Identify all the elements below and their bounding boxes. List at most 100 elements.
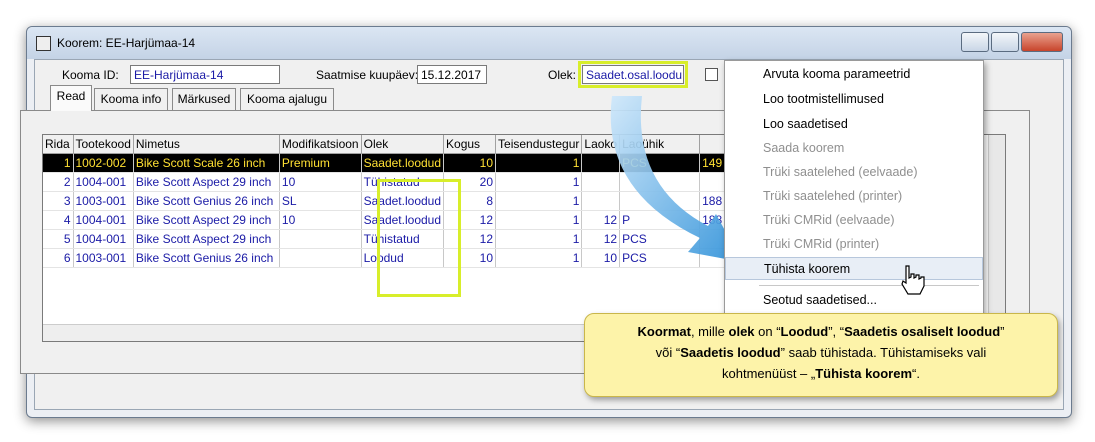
cell-laoko: 12	[581, 229, 621, 249]
cell-rida: 6	[43, 248, 74, 268]
col-header[interactable]: Tootekood	[73, 135, 134, 154]
cell-nimetus: Bike Scott Aspect 29 inch	[133, 210, 280, 230]
cell-teisendus: 1	[495, 153, 583, 173]
col-header[interactable]: Rida	[43, 135, 74, 154]
menu-item-loo-saadetised[interactable]: Loo saadetised	[725, 113, 983, 136]
date-field[interactable]: 15.12.2017	[417, 65, 487, 84]
cell-modifikatsioon: 10	[279, 210, 362, 230]
callout-text: Tühista koorem	[815, 366, 913, 381]
menu-item-truki-saatelehed-printer: Trüki saatelehed (printer)	[763, 189, 903, 203]
col-header[interactable]: Modifikatsioon	[279, 135, 362, 154]
tab-kooma-info[interactable]: Kooma info	[94, 88, 168, 110]
cell-modifikatsioon: SL	[279, 191, 362, 211]
cell-laouhik	[619, 191, 701, 211]
kooma-id-label: Kooma ID:	[62, 68, 119, 82]
cell-olek: Saadet.loodud	[361, 153, 445, 173]
callout-text: kohtmenüüst – „	[722, 366, 816, 381]
col-header[interactable]: Olek	[361, 135, 445, 154]
callout-text: ”, “	[828, 324, 845, 339]
cell-rida: 4	[43, 210, 74, 230]
cell-laouhik: PCS	[619, 229, 701, 249]
col-header[interactable]: Kogus	[443, 135, 497, 154]
olek-column-highlight	[377, 179, 461, 297]
cell-nimetus: Bike Scott Aspect 29 inch	[133, 172, 280, 192]
cell-rida: 5	[43, 229, 74, 249]
menu-item-seotud-saadetised[interactable]: Seotud saadetised...	[725, 289, 983, 312]
cell-rida: 1	[43, 153, 74, 173]
cell-tootekood: 1002-002	[73, 153, 134, 173]
tab-markused[interactable]: Märkused	[172, 88, 236, 110]
cell-teisendus: 1	[495, 172, 583, 192]
status-field[interactable]: Saadet.osal.loodu	[578, 61, 688, 88]
cell-nimetus: Bike Scott Genius 26 inch	[133, 248, 280, 268]
cell-rida: 2	[43, 172, 74, 192]
cell-tootekood: 1003-001	[73, 248, 134, 268]
cell-tootekood: 1003-001	[73, 191, 134, 211]
cell-modifikatsioon	[279, 248, 362, 268]
callout-text: Saadetis loodud	[680, 345, 781, 360]
vertical-scrollbar[interactable]	[988, 135, 1005, 341]
menu-item-truki-saatelehed-eelvaade: Trüki saatelehed (eelvaade)	[763, 165, 918, 179]
cell-teisendus: 1	[495, 210, 583, 230]
info-callout: Koormat, mille olek on “Loodud”, “Saadet…	[584, 313, 1058, 397]
callout-text: olek	[728, 324, 755, 339]
menu-item-truki-cmrid-printer: Trüki CMRid (printer)	[763, 237, 880, 251]
cell-laouhik: PCS	[619, 248, 701, 268]
context-menu: Arvuta kooma parameetrid Loo tootmistell…	[724, 60, 984, 318]
col-header[interactable]: Nimetus	[133, 135, 280, 154]
callout-text: ”	[1000, 324, 1005, 339]
callout-text: või “	[655, 345, 681, 360]
cell-laoko: 12	[581, 210, 621, 230]
hand-cursor-icon	[901, 265, 925, 295]
cell-teisendus: 1	[495, 191, 583, 211]
callout-text: Loodud	[780, 324, 829, 339]
menu-item-tuhista-koorem[interactable]: Tühista koorem	[725, 257, 983, 280]
cell-modifikatsioon: 10	[279, 172, 362, 192]
menu-item-loo-tootmistellimused[interactable]: Loo tootmistellimused	[725, 88, 983, 111]
col-header[interactable]: Laoko	[581, 135, 621, 154]
cell-tootekood: 1004-001	[73, 229, 134, 249]
cell-nimetus: Bike Scott Genius 26 inch	[133, 191, 280, 211]
app-icon	[36, 36, 51, 51]
cell-laouhik: PCS	[619, 153, 701, 173]
cell-modifikatsioon	[279, 229, 362, 249]
cell-kogus: 10	[443, 153, 497, 173]
status-label: Olek:	[548, 68, 577, 82]
cell-laoko	[581, 172, 621, 192]
menu-item-arvuta[interactable]: Arvuta kooma parameetrid	[725, 63, 983, 86]
cell-laoko	[581, 191, 621, 211]
menu-item-saada-koorem: Saada koorem	[763, 141, 845, 155]
cell-teisendus: 1	[495, 229, 583, 249]
tab-read[interactable]: Read	[50, 85, 92, 111]
maximize-button[interactable]	[991, 32, 1019, 52]
close-button[interactable]	[1021, 32, 1063, 52]
cell-tootekood: 1004-001	[73, 172, 134, 192]
cell-laoko	[581, 153, 621, 173]
table-row[interactable]: 1 1002-002 Bike Scott Scale 26 inch Premium…	[43, 153, 761, 173]
date-label: Saatmise kuupäev:	[316, 68, 419, 82]
cell-modifikatsioon: Premium	[279, 153, 362, 173]
cell-nimetus: Bike Scott Aspect 29 inch	[133, 229, 280, 249]
callout-text: Koormat	[637, 324, 691, 339]
menu-separator	[759, 285, 979, 286]
cell-laouhik: P	[619, 210, 701, 230]
cell-tootekood: 1004-001	[73, 210, 134, 230]
callout-text: Saadetis osaliselt loodud	[844, 324, 1001, 339]
menu-item-truki-cmrid-eelvaade: Trüki CMRid (eelvaade)	[763, 213, 895, 227]
tab-kooma-ajalugu[interactable]: Kooma ajalugu	[240, 88, 334, 110]
title-bar: Koorem: EE-Harjümaa-14	[27, 27, 1071, 59]
table-header: Rida Tootekood Nimetus Modifikatsioon Ol…	[43, 135, 761, 154]
cell-rida: 3	[43, 191, 74, 211]
cell-teisendus: 1	[495, 248, 583, 268]
cell-laoko: 10	[581, 248, 621, 268]
callout-text: on “	[754, 324, 781, 339]
callout-text: “.	[912, 366, 920, 381]
checkbox[interactable]	[705, 68, 718, 81]
kooma-id-field[interactable]: EE-Harjümaa-14	[130, 65, 280, 84]
callout-text: , mille	[690, 324, 729, 339]
callout-text: ” saab tühistada. Tühistamiseks vali	[780, 345, 987, 360]
minimize-button[interactable]	[961, 32, 989, 52]
cell-nimetus: Bike Scott Scale 26 inch	[133, 153, 280, 173]
col-header[interactable]: Laoühik	[619, 135, 701, 154]
col-header[interactable]: Teisendustegur	[495, 135, 583, 154]
